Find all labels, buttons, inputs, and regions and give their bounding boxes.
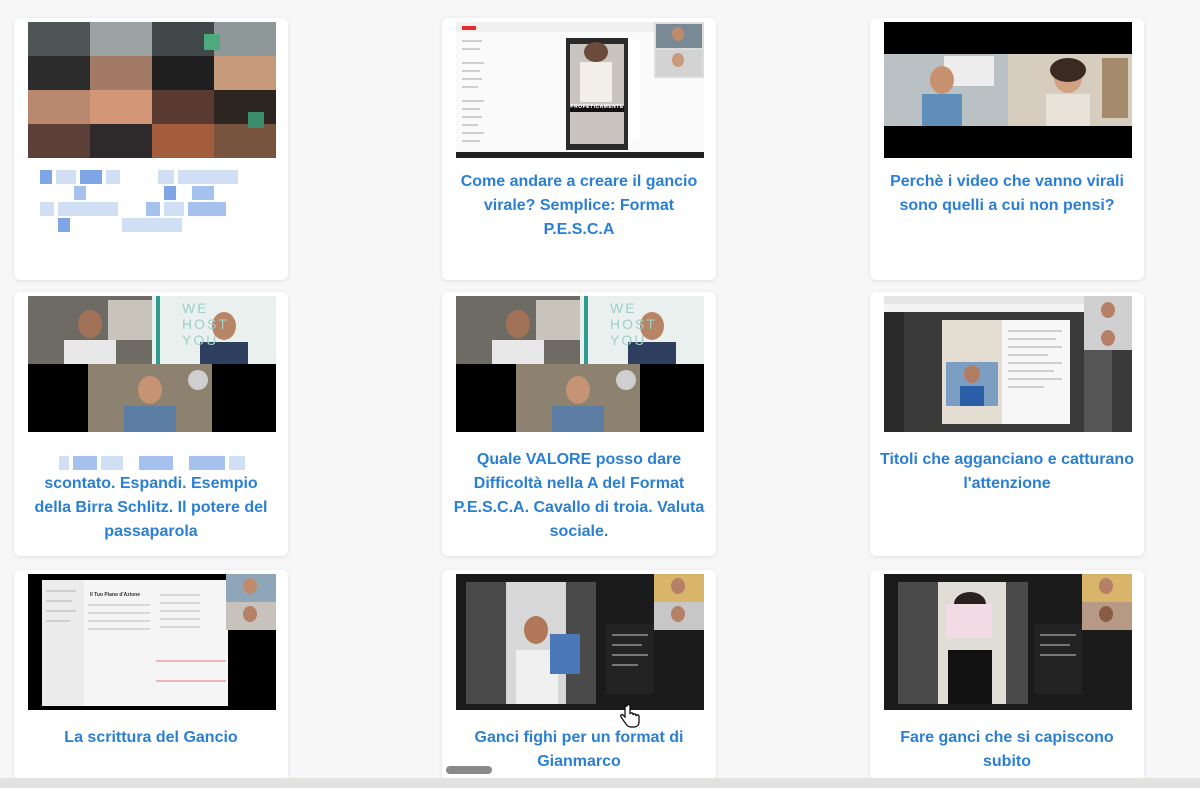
video-thumbnail[interactable]: WE HOST YOU (456, 296, 704, 432)
video-overlay-text: WE HOST YOU (182, 300, 229, 348)
video-card[interactable] (14, 18, 288, 280)
video-title[interactable]: Perchè i video che vanno virali sono que… (880, 170, 1134, 218)
hand-cursor-icon (620, 704, 640, 728)
video-thumbnail[interactable]: Il Tuo Piano d'Azione (28, 574, 276, 710)
video-title[interactable]: La scrittura del Gancio (24, 726, 278, 750)
video-thumbnail[interactable] (28, 22, 276, 158)
video-overlay-text: WE HOST YOU (610, 300, 657, 348)
video-thumbnail[interactable] (884, 22, 1132, 158)
video-title[interactable]: scontato. Espandi. Esempio della Birra S… (24, 472, 278, 544)
video-card[interactable]: Perchè i video che vanno virali sono que… (870, 18, 1144, 280)
video-title[interactable]: Quale VALORE posso dare Difficoltà nella… (452, 448, 706, 544)
bottom-bar (0, 778, 1200, 788)
video-grid: PROFETICAMENTE Come andare a creare il g… (0, 0, 1200, 788)
horizontal-scrollbar[interactable] (446, 766, 492, 774)
video-card[interactable]: Fare ganci che si capiscono subito (870, 570, 1144, 780)
video-card[interactable]: Titoli che agganciano e catturano l'atte… (870, 292, 1144, 556)
video-thumbnail[interactable] (456, 574, 704, 710)
video-card[interactable]: WE HOST YOU scontato. Espandi. Esempio d… (14, 292, 288, 556)
document-heading: Il Tuo Piano d'Azione (90, 592, 140, 598)
blurred-title (40, 170, 264, 234)
video-card[interactable]: Il Tuo Piano d'Azione La scrittura del G… (14, 570, 288, 780)
video-title[interactable]: Come andare a creare il gancio virale? S… (452, 170, 706, 242)
video-thumbnail[interactable] (884, 296, 1132, 432)
video-overlay-text: PROFETICAMENTE (570, 104, 624, 110)
video-card[interactable]: Ganci fighi per un format di Gianmarco (442, 570, 716, 780)
video-thumbnail[interactable]: WE HOST YOU (28, 296, 276, 432)
video-thumbnail[interactable]: PROFETICAMENTE (456, 22, 704, 158)
video-card[interactable]: WE HOST YOU Quale VALORE posso dare Diff… (442, 292, 716, 556)
blurred-title-line (54, 456, 250, 472)
video-title[interactable]: Fare ganci che si capiscono subito (880, 726, 1134, 774)
video-card[interactable]: PROFETICAMENTE Come andare a creare il g… (442, 18, 716, 280)
video-title[interactable]: Titoli che agganciano e catturano l'atte… (880, 448, 1134, 496)
video-thumbnail[interactable] (884, 574, 1132, 710)
